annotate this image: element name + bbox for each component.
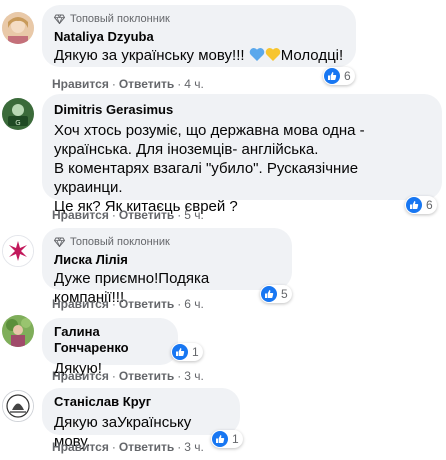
like-link[interactable]: Нравится: [52, 77, 109, 91]
avatar[interactable]: [2, 390, 34, 422]
timestamp[interactable]: 4 ч.: [184, 77, 204, 91]
commenter-name[interactable]: Лиска Лілія: [54, 252, 280, 268]
top-fan-label: Топовый поклонник: [70, 13, 170, 25]
comment-text-end: Молодці!: [280, 47, 344, 64]
reply-link[interactable]: Ответить: [119, 440, 174, 454]
reaction-count[interactable]: 1: [171, 343, 203, 361]
comment-text: Дякую за українську мову!!! Молодці!: [54, 46, 344, 65]
reaction-number: 6: [426, 198, 433, 212]
separator: ·: [177, 369, 182, 383]
svg-text:G: G: [15, 119, 20, 127]
comment-bubble: Галина Гончаренко Дякую!: [42, 318, 178, 377]
reply-link[interactable]: Ответить: [119, 208, 174, 222]
comment-bubble: Топовый поклонник Лиска Лілія Дуже приєм…: [42, 228, 292, 306]
blue-heart-icon: [249, 48, 264, 61]
separator: ·: [111, 77, 116, 91]
top-fan-badge: Топовый поклонник: [54, 235, 280, 249]
reply-link[interactable]: Ответить: [119, 369, 174, 383]
commenter-name[interactable]: Станіслав Круг: [54, 394, 228, 410]
avatar[interactable]: [2, 315, 34, 347]
like-link[interactable]: Нравится: [52, 440, 109, 454]
timestamp[interactable]: 5 ч.: [184, 208, 204, 222]
like-icon: [328, 72, 337, 80]
top-fan-badge: Топовый поклонник: [54, 12, 344, 26]
separator: ·: [111, 440, 116, 454]
separator: ·: [111, 208, 116, 222]
commenter-name[interactable]: Dimitris Gerasimus: [54, 102, 430, 118]
top-fan-label: Топовый поклонник: [70, 236, 170, 248]
diamond-icon: [54, 14, 65, 24]
diamond-icon: [54, 237, 65, 247]
reply-link[interactable]: Ответить: [119, 77, 174, 91]
like-icon: [216, 435, 225, 443]
yellow-heart-icon: [265, 48, 280, 61]
reaction-number: 6: [344, 69, 351, 83]
separator: ·: [111, 369, 116, 383]
reaction-number: 1: [232, 432, 239, 446]
avatar[interactable]: G: [2, 98, 34, 130]
comment-bubble: Станіслав Круг Дякую заУкраїнську мову.: [42, 388, 240, 450]
commenter-name[interactable]: Nataliya Dzyuba: [54, 29, 344, 45]
comment-actions: Нравится · Ответить · 3 ч.: [52, 440, 204, 454]
comment-actions: Нравится · Ответить · 3 ч.: [52, 369, 204, 383]
separator: ·: [177, 297, 182, 311]
comment-text-start: Дякую за українську мову!!!: [54, 47, 245, 64]
reaction-count[interactable]: 6: [405, 196, 437, 214]
like-link[interactable]: Нравится: [52, 369, 109, 383]
separator: ·: [177, 208, 182, 222]
separator: ·: [177, 77, 182, 91]
reaction-count[interactable]: 1: [211, 430, 243, 448]
comment-actions: Нравится · Ответить · 4 ч.: [52, 77, 204, 91]
timestamp[interactable]: 3 ч.: [184, 369, 204, 383]
timestamp[interactable]: 3 ч.: [184, 440, 204, 454]
separator: ·: [177, 440, 182, 454]
reply-link[interactable]: Ответить: [119, 297, 174, 311]
avatar[interactable]: [2, 235, 34, 267]
comment-text: Хоч хтось розуміє, що державна мова одна…: [54, 122, 365, 215]
separator: ·: [111, 297, 116, 311]
like-icon: [265, 290, 274, 298]
avatar[interactable]: [2, 12, 34, 44]
like-link[interactable]: Нравится: [52, 208, 109, 222]
reaction-count[interactable]: 5: [260, 285, 292, 303]
reaction-number: 5: [281, 287, 288, 301]
reaction-number: 1: [192, 345, 199, 359]
like-link[interactable]: Нравится: [52, 297, 109, 311]
comment-actions: Нравится · Ответить · 6 ч.: [52, 297, 204, 311]
like-icon: [176, 348, 185, 356]
like-icon: [410, 201, 419, 209]
timestamp[interactable]: 6 ч.: [184, 297, 204, 311]
reaction-count[interactable]: 6: [323, 67, 355, 85]
comment-bubble: Dimitris Gerasimus Хоч хтось розуміє, що…: [42, 94, 442, 215]
comment-bubble: Топовый поклонник Nataliya Dzyuba Дякую …: [42, 5, 356, 67]
comment-actions: Нравится · Ответить · 5 ч.: [52, 208, 204, 222]
commenter-name[interactable]: Галина Гончаренко: [54, 324, 166, 356]
